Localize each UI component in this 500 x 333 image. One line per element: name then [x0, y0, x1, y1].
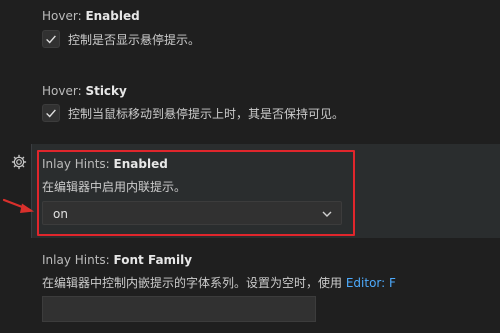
setting-name: Sticky — [85, 84, 127, 98]
check-icon — [46, 109, 56, 118]
hover-enabled-checkbox[interactable] — [42, 30, 60, 48]
setting-title-hover-sticky: Hover: Sticky — [42, 84, 127, 98]
highlight-box — [37, 150, 355, 236]
setting-description: 在编辑器中控制内嵌提示的字体系列。设置为空时，使用 Editor: F — [42, 274, 396, 291]
hover-sticky-checkbox[interactable] — [42, 104, 60, 122]
arrow-annotation-icon — [2, 198, 34, 213]
setting-description: 控制是否显示悬停提示。 — [68, 33, 201, 47]
font-family-input[interactable] — [42, 296, 316, 322]
setting-title-inlay-hints-font-family: Inlay Hints: Font Family — [42, 253, 192, 267]
setting-category: Inlay Hints: — [42, 253, 114, 267]
setting-name: Enabled — [85, 9, 140, 23]
gear-icon[interactable] — [11, 154, 27, 170]
setting-title-hover-enabled: Hover: Enabled — [42, 9, 140, 23]
setting-description: 控制当鼠标移动到悬停提示上时，其是否保持可见。 — [68, 107, 345, 121]
setting-description-text: 在编辑器中控制内嵌提示的字体系列。设置为空时，使用 — [42, 276, 346, 290]
setting-name: Font Family — [113, 253, 193, 267]
check-icon — [46, 35, 56, 44]
setting-category: Hover: — [42, 84, 86, 98]
setting-category: Hover: — [42, 9, 86, 23]
editor-font-link[interactable]: Editor: F — [346, 276, 396, 290]
